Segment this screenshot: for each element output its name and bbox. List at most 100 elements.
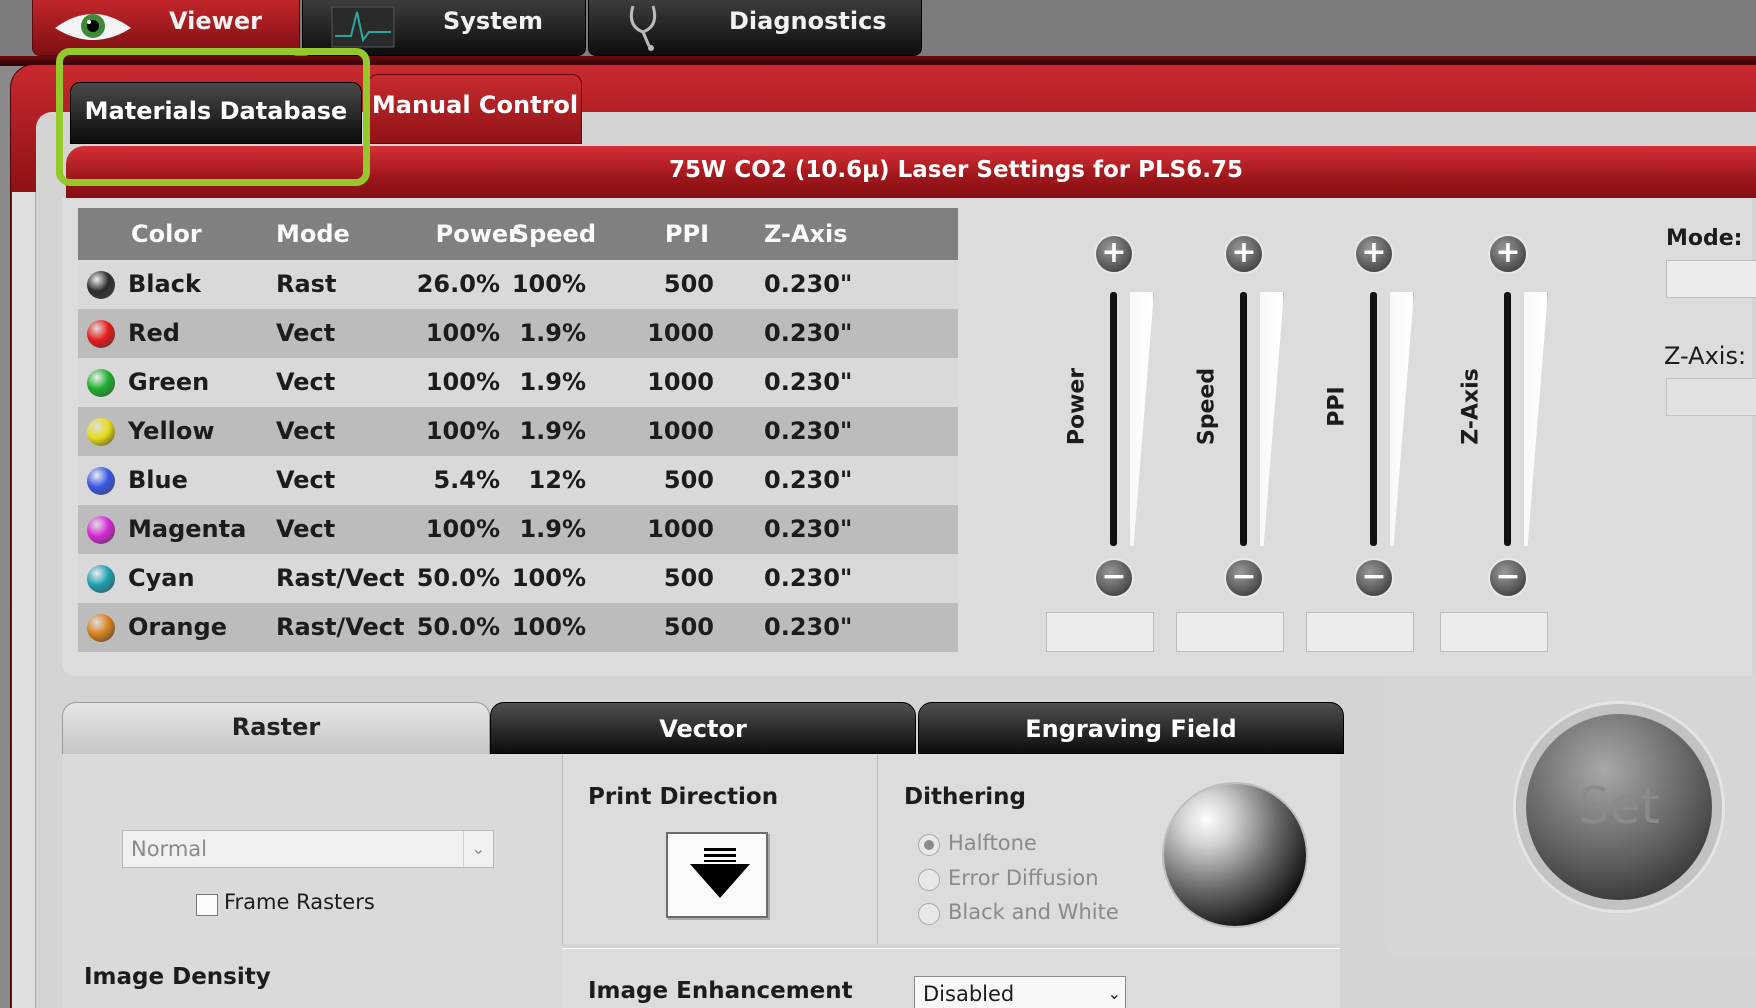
- select-value: Normal: [131, 837, 207, 861]
- plus-icon[interactable]: +: [1094, 234, 1134, 274]
- table-row[interactable]: Cyan Rast/Vect 50.0% 100% 500 0.230": [78, 554, 958, 603]
- table-row[interactable]: Red Vect 100% 1.9% 1000 0.230": [78, 309, 958, 358]
- table-header-row: Color Mode Power Speed PPI Z-Axis: [78, 208, 958, 260]
- color-cell: Black: [128, 270, 201, 298]
- slider-value-field[interactable]: [1176, 612, 1284, 652]
- color-cell: Orange: [128, 613, 227, 641]
- zaxis-label: Z-Axis:: [1664, 342, 1747, 370]
- tab-engraving-field[interactable]: Engraving Field: [918, 702, 1344, 754]
- color-swatch-icon: [87, 418, 115, 446]
- black-and-white-radio[interactable]: [918, 903, 940, 925]
- tab-raster[interactable]: Raster: [62, 702, 490, 754]
- stethoscope-icon: [629, 5, 657, 51]
- arrowhead: [690, 864, 750, 898]
- speed-cell: 100%: [511, 564, 586, 592]
- slider-zaxis[interactable]: + Z-Axis −: [1440, 234, 1596, 654]
- table-row[interactable]: Blue Vect 5.4% 12% 500 0.230": [78, 456, 958, 505]
- mode-cell: Rast: [276, 270, 337, 298]
- dithering-label: Dithering: [904, 784, 1027, 810]
- mode-cell: Vect: [276, 515, 336, 543]
- black-and-white-label: Black and White: [948, 900, 1119, 924]
- mode-cell: Vect: [276, 417, 336, 445]
- chevron-down-icon: ⌄: [1107, 984, 1121, 1003]
- color-cell: Yellow: [128, 417, 215, 445]
- chevron-down-icon: ⌄: [463, 831, 493, 867]
- z-axis-cell: 0.230": [764, 417, 853, 445]
- table-row[interactable]: Magenta Vect 100% 1.9% 1000 0.230": [78, 505, 958, 554]
- header-power: Power: [435, 220, 520, 248]
- tab-label: Vector: [659, 715, 747, 743]
- image-enhancement-select[interactable]: Disabled ⌄: [914, 976, 1126, 1008]
- tab-diagnostics[interactable]: Diagnostics: [588, 0, 922, 56]
- z-axis-cell: 0.230": [764, 270, 853, 298]
- left-stripe: [12, 192, 36, 1008]
- ppi-cell: 500: [663, 564, 714, 592]
- halftone-label: Halftone: [948, 831, 1037, 855]
- speed-cell: 100%: [511, 613, 586, 641]
- color-cell: Red: [128, 319, 180, 347]
- slider-track[interactable]: [1370, 292, 1377, 546]
- color-swatch-icon: [87, 614, 115, 642]
- ppi-cell: 500: [663, 270, 714, 298]
- set-button[interactable]: Set: [1516, 704, 1722, 910]
- slider-label: Speed: [1194, 367, 1220, 446]
- power-cell: 26.0%: [416, 270, 500, 298]
- table-row[interactable]: Black Rast 26.0% 100% 500 0.230": [78, 260, 958, 309]
- power-cell: 50.0%: [416, 564, 500, 592]
- slider-speed[interactable]: + Speed −: [1176, 234, 1332, 654]
- tab-manual-control[interactable]: Manual Control: [368, 74, 582, 144]
- mode-cell: Vect: [276, 368, 336, 396]
- plus-icon[interactable]: +: [1354, 234, 1394, 274]
- minus-icon[interactable]: −: [1094, 558, 1134, 598]
- minus-icon[interactable]: −: [1488, 558, 1528, 598]
- power-cell: 100%: [425, 515, 500, 543]
- slider-value-field[interactable]: [1440, 612, 1548, 652]
- slider-track[interactable]: [1240, 292, 1247, 546]
- mode-cell: Vect: [276, 319, 336, 347]
- halftone-radio[interactable]: [918, 834, 940, 856]
- zaxis-field[interactable]: [1666, 378, 1756, 416]
- slider-power[interactable]: + Power −: [1046, 234, 1202, 654]
- header-z-axis: Z-Axis: [764, 220, 848, 248]
- power-cell: 100%: [425, 417, 500, 445]
- ppi-cell: 1000: [647, 319, 714, 347]
- slider-ppi[interactable]: + PPI −: [1306, 234, 1462, 654]
- tab-vector[interactable]: Vector: [490, 702, 916, 754]
- table-row[interactable]: Yellow Vect 100% 1.9% 1000 0.230": [78, 407, 958, 456]
- z-axis-cell: 0.230": [764, 368, 853, 396]
- slider-track[interactable]: [1110, 292, 1117, 546]
- plus-icon[interactable]: +: [1488, 234, 1528, 274]
- slider-label: Power: [1064, 367, 1090, 446]
- error-diffusion-radio[interactable]: [918, 869, 940, 891]
- print-direction-button[interactable]: [666, 832, 768, 918]
- frame-rasters-checkbox[interactable]: [196, 894, 218, 916]
- tab-label: Engraving Field: [1025, 715, 1237, 743]
- plus-icon[interactable]: +: [1224, 234, 1264, 274]
- minus-icon[interactable]: −: [1354, 558, 1394, 598]
- mode-label: Mode:: [1666, 226, 1743, 251]
- power-cell: 100%: [425, 319, 500, 347]
- select-value: Disabled: [923, 982, 1015, 1006]
- slider-track[interactable]: [1504, 292, 1511, 546]
- table-row[interactable]: Green Vect 100% 1.9% 1000 0.230": [78, 358, 958, 407]
- color-swatch-icon: [87, 320, 115, 348]
- speed-cell: 1.9%: [519, 368, 586, 396]
- slider-value-field[interactable]: [1046, 612, 1154, 652]
- ppi-cell: 1000: [647, 368, 714, 396]
- table-row[interactable]: Orange Rast/Vect 50.0% 100% 500 0.230": [78, 603, 958, 652]
- slider-ramp: [1524, 292, 1548, 546]
- color-cell: Cyan: [128, 564, 195, 592]
- raster-mode-select[interactable]: Normal ⌄: [122, 830, 494, 868]
- speed-cell: 12%: [528, 466, 586, 494]
- minus-icon[interactable]: −: [1224, 558, 1264, 598]
- mode-field[interactable]: [1666, 260, 1756, 298]
- power-cell: 5.4%: [433, 466, 500, 494]
- header-color: Color: [131, 220, 202, 248]
- color-swatch-icon: [87, 271, 115, 299]
- slider-value-field[interactable]: [1306, 612, 1414, 652]
- z-axis-cell: 0.230": [764, 564, 853, 592]
- power-cell: 50.0%: [416, 613, 500, 641]
- color-cell: Magenta: [128, 515, 247, 543]
- mode-cell: Rast/Vect: [276, 564, 405, 592]
- tab-label: Diagnostics: [729, 7, 887, 35]
